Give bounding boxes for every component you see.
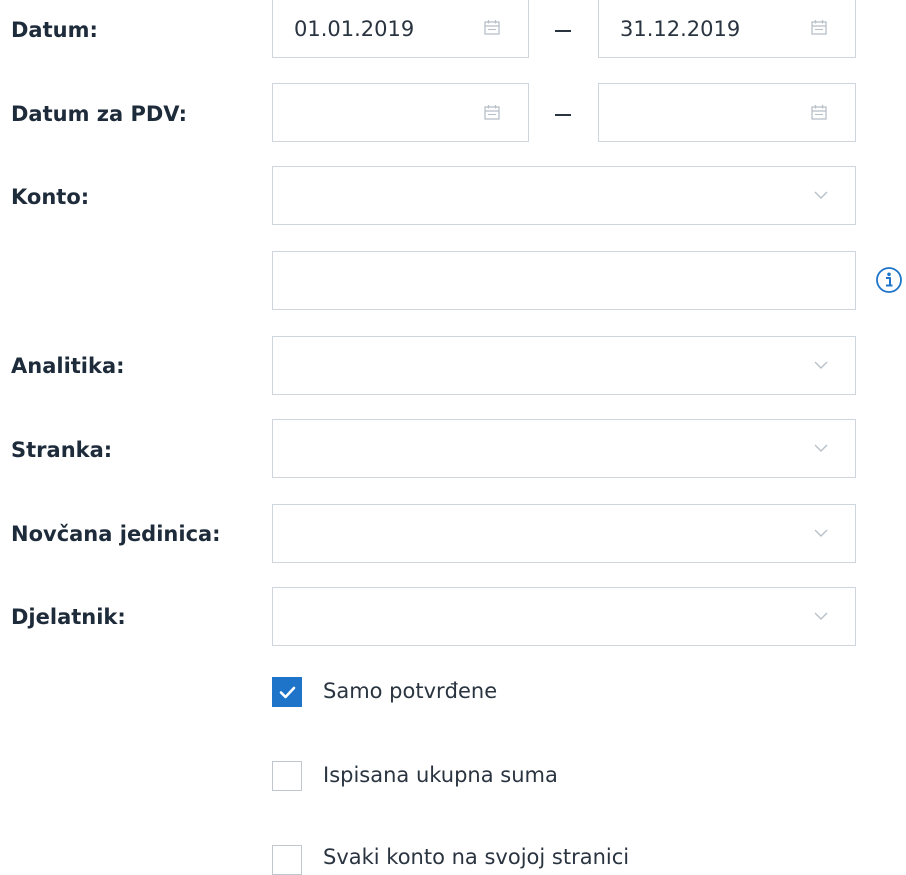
chevron-down-icon[interactable] <box>813 443 829 453</box>
checkmark-icon <box>279 686 296 699</box>
analytics-label: Analitika: <box>11 354 125 378</box>
currency-label: Novčana jedinica: <box>11 522 221 546</box>
info-icon[interactable] <box>875 266 903 294</box>
vat-date-range-separator <box>555 114 571 116</box>
confirmed-only-checkbox[interactable] <box>272 677 302 707</box>
customer-label: Stranka: <box>11 438 113 462</box>
account-per-page-checkbox[interactable] <box>272 845 302 875</box>
date-label: Datum: <box>11 18 98 42</box>
calendar-icon[interactable] <box>811 105 827 120</box>
employee-label: Djelatnik: <box>11 605 126 629</box>
account-select[interactable] <box>272 166 856 225</box>
date-from-field[interactable]: 01.01.2019 <box>272 0 529 58</box>
currency-select[interactable] <box>272 504 856 563</box>
print-total-label[interactable]: Ispisana ukupna suma <box>323 762 558 788</box>
account-per-page-label[interactable]: Svaki konto na svojoj stranici <box>323 844 629 870</box>
chevron-down-icon[interactable] <box>813 190 829 200</box>
print-total-checkbox[interactable] <box>272 761 302 791</box>
calendar-icon[interactable] <box>811 20 827 35</box>
chevron-down-icon[interactable] <box>813 611 829 621</box>
account-extra-input[interactable] <box>272 251 856 310</box>
employee-select[interactable] <box>272 587 856 646</box>
analytics-select[interactable] <box>272 336 856 395</box>
calendar-icon[interactable] <box>484 20 500 35</box>
date-to-value: 31.12.2019 <box>620 17 741 41</box>
date-from-value: 01.01.2019 <box>294 17 415 41</box>
vat-date-from-field[interactable] <box>272 83 529 142</box>
customer-select[interactable] <box>272 419 856 478</box>
chevron-down-icon[interactable] <box>813 360 829 370</box>
vat-date-to-field[interactable] <box>598 83 856 142</box>
calendar-icon[interactable] <box>484 105 500 120</box>
confirmed-only-label[interactable]: Samo potvrđene <box>323 678 497 704</box>
chevron-down-icon[interactable] <box>813 528 829 538</box>
date-range-separator <box>555 30 571 32</box>
date-to-field[interactable]: 31.12.2019 <box>598 0 856 58</box>
vat-date-label: Datum za PDV: <box>11 102 188 126</box>
account-label: Konto: <box>11 185 90 209</box>
